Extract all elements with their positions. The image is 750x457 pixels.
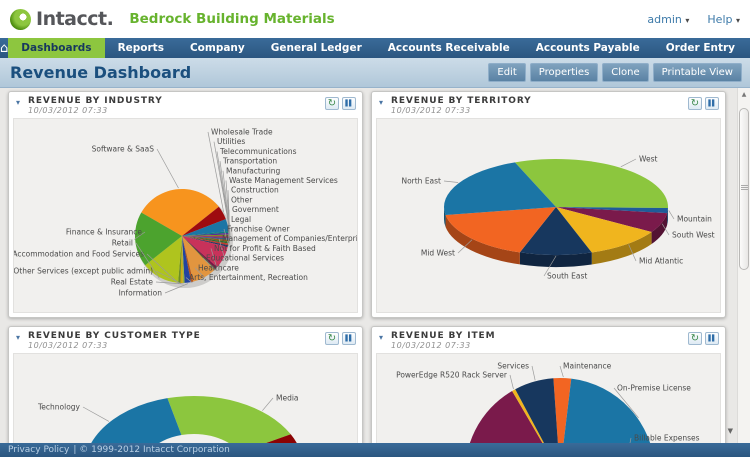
intacct-logo-icon xyxy=(10,8,31,30)
svg-text:Other: Other xyxy=(231,195,253,204)
intacct-logo-text: Intacct. xyxy=(36,8,114,30)
panel-title: REVENUE BY INDUSTRY xyxy=(28,96,163,106)
nav-item-accounts-receivable[interactable]: Accounts Receivable xyxy=(375,38,523,58)
svg-text:Government: Government xyxy=(232,205,279,214)
scrollbar-thumb[interactable] xyxy=(739,108,749,270)
svg-text:South East: South East xyxy=(547,272,587,281)
svg-text:Mid West: Mid West xyxy=(421,249,455,258)
vertical-scrollbar[interactable]: ▲ xyxy=(737,88,750,443)
panel-timestamp: 10/03/2012 07:33 xyxy=(391,341,471,350)
user-menu[interactable]: admin ▾ xyxy=(647,13,689,26)
svg-text:West: West xyxy=(639,155,657,164)
refresh-icon[interactable]: ↻ xyxy=(688,332,702,345)
collapse-panel-icon[interactable]: ▾ xyxy=(16,98,20,107)
panel-revenue-by-customer-type: ▾ REVENUE BY CUSTOMER TYPE 10/03/2012 07… xyxy=(8,326,363,443)
svg-text:On-Premise License: On-Premise License xyxy=(617,384,691,393)
nav-item-reports[interactable]: Reports xyxy=(105,38,177,58)
clone-button[interactable]: Clone xyxy=(602,63,649,82)
properties-button[interactable]: Properties xyxy=(529,63,599,82)
page-title: Revenue Dashboard xyxy=(10,63,192,82)
footer: Privacy Policy | © 1999-2012 Intacct Cor… xyxy=(0,443,750,457)
panel-title: REVENUE BY ITEM xyxy=(391,331,496,341)
chart-view-icon[interactable]: ▌▌ xyxy=(342,332,356,345)
top-header: Intacct. Bedrock Building Materials admi… xyxy=(0,0,750,38)
item-pie-chart: Services Maintenance PowerEdge R520 Rack S… xyxy=(396,362,700,443)
svg-text:Management of Companies/Enterp: Management of Companies/Enterprises xyxy=(222,234,358,243)
edit-button[interactable]: Edit xyxy=(488,63,526,82)
copyright-text: | © 1999-2012 Intacct Corporation xyxy=(73,445,230,455)
panel-timestamp: 10/03/2012 07:33 xyxy=(28,106,108,115)
chevron-down-icon: ▾ xyxy=(685,15,690,25)
svg-text:Not for Profit & Faith Based: Not for Profit & Faith Based xyxy=(214,244,316,253)
svg-text:Mid Atlantic: Mid Atlantic xyxy=(639,257,683,266)
svg-text:Construction: Construction xyxy=(231,186,279,195)
svg-text:Transportation: Transportation xyxy=(222,157,277,166)
svg-text:Media: Media xyxy=(276,394,299,403)
collapse-panel-icon[interactable]: ▾ xyxy=(16,333,20,342)
svg-text:North East: North East xyxy=(401,177,441,186)
nav-item-dashboards[interactable]: Dashboards xyxy=(8,38,105,58)
company-name: Bedrock Building Materials xyxy=(129,11,335,27)
svg-text:Arts, Entertainment, Recreatio: Arts, Entertainment, Recreation xyxy=(189,273,308,282)
svg-text:Other Services (except public: Other Services (except public admin) xyxy=(14,267,153,276)
nav-item-general-ledger[interactable]: General Ledger xyxy=(258,38,375,58)
svg-text:Maintenance: Maintenance xyxy=(563,362,612,371)
chart-view-icon[interactable]: ▌▌ xyxy=(705,332,719,345)
svg-text:Manufacturing: Manufacturing xyxy=(226,166,281,175)
svg-text:Legal: Legal xyxy=(231,215,251,224)
refresh-icon[interactable]: ↻ xyxy=(325,332,339,345)
industry-pie-chart: Wholesale TradeUtilitiesTelecommunicatio… xyxy=(14,128,358,298)
intacct-logo: Intacct. xyxy=(10,8,114,30)
refresh-icon[interactable]: ↻ xyxy=(325,97,339,110)
home-icon[interactable]: ⌂ xyxy=(0,38,8,58)
nav-item-accounts-payable[interactable]: Accounts Payable xyxy=(523,38,653,58)
chart-view-icon[interactable]: ▌▌ xyxy=(342,97,356,110)
svg-text:Software & SaaS: Software & SaaS xyxy=(92,145,155,154)
svg-text:Accommodation and Food Service: Accommodation and Food Services xyxy=(14,250,144,259)
svg-text:Franchise Owner: Franchise Owner xyxy=(227,225,290,234)
panel-title: REVENUE BY TERRITORY xyxy=(391,96,532,106)
svg-text:Services: Services xyxy=(497,362,529,371)
help-menu[interactable]: Help ▾ xyxy=(707,13,740,26)
svg-text:Telecommunications: Telecommunications xyxy=(219,147,297,156)
svg-text:Information: Information xyxy=(119,289,163,298)
panel-title: REVENUE BY CUSTOMER TYPE xyxy=(28,331,201,341)
panel-revenue-by-territory: ▾ REVENUE BY TERRITORY 10/03/2012 07:33 … xyxy=(371,91,726,318)
nav-item-company[interactable]: Company xyxy=(177,38,258,58)
svg-text:PowerEdge R520 Rack Server: PowerEdge R520 Rack Server xyxy=(396,371,508,380)
svg-text:Utilities: Utilities xyxy=(217,137,245,146)
svg-text:Mountain: Mountain xyxy=(677,215,712,224)
panel-revenue-by-item: ▾ REVENUE BY ITEM 10/03/2012 07:33 ↻ ▌▌ … xyxy=(371,326,726,443)
collapse-panel-icon[interactable]: ▾ xyxy=(379,98,383,107)
svg-text:South West: South West xyxy=(672,231,715,240)
svg-text:Educational Services: Educational Services xyxy=(206,254,284,263)
privacy-policy-link[interactable]: Privacy Policy xyxy=(8,445,69,455)
svg-text:Billable Expenses: Billable Expenses xyxy=(634,434,700,443)
territory-pie-chart: West Mountain South West Mid Atlantic South … xyxy=(401,155,715,281)
svg-text:Waste Management Services: Waste Management Services xyxy=(229,176,338,185)
dashboard-content: ▾ REVENUE BY INDUSTRY 10/03/2012 07:33 ↻… xyxy=(0,88,750,443)
scroll-up-icon[interactable]: ▲ xyxy=(738,88,750,101)
nav-item-order-entry[interactable]: Order Entry xyxy=(653,38,748,58)
svg-text:Real Estate: Real Estate xyxy=(111,278,154,287)
collapse-panel-icon[interactable]: ▾ xyxy=(379,333,383,342)
panel-timestamp: 10/03/2012 07:33 xyxy=(391,106,471,115)
main-nav: ⌂ Dashboards Reports Company General Led… xyxy=(0,38,750,58)
printable-view-button[interactable]: Printable View xyxy=(652,63,742,82)
panel-timestamp: 10/03/2012 07:33 xyxy=(28,341,108,350)
chart-view-icon[interactable]: ▌▌ xyxy=(705,97,719,110)
svg-text:Technology: Technology xyxy=(37,403,81,412)
panel-revenue-by-industry: ▾ REVENUE BY INDUSTRY 10/03/2012 07:33 ↻… xyxy=(8,91,363,318)
chevron-down-icon: ▾ xyxy=(735,15,740,25)
dashboard-title-bar: Revenue Dashboard Edit Properties Clone … xyxy=(0,58,750,88)
svg-text:Wholesale Trade: Wholesale Trade xyxy=(211,128,273,137)
refresh-icon[interactable]: ↻ xyxy=(688,97,702,110)
svg-text:Healthcare: Healthcare xyxy=(198,263,239,272)
customer-type-donut-chart: Technology Media xyxy=(37,394,299,443)
svg-text:Finance & Insurance: Finance & Insurance xyxy=(66,228,142,237)
svg-text:Retail: Retail xyxy=(112,239,133,248)
scroll-down-icon[interactable]: ▼ xyxy=(728,427,733,435)
